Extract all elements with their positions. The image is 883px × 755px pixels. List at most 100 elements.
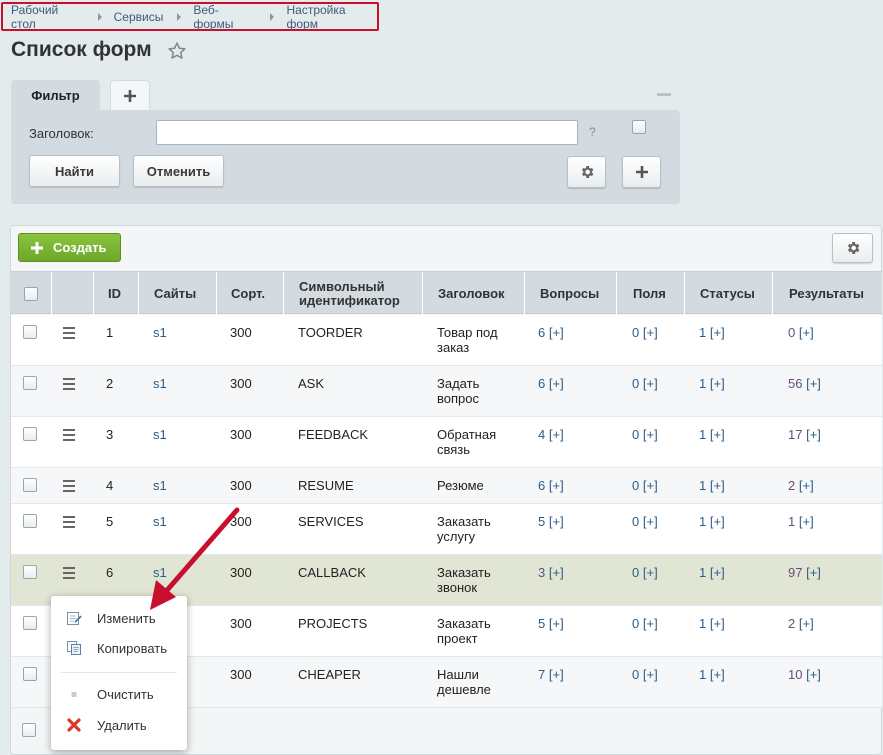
add-question-link[interactable]: [+] <box>549 616 564 631</box>
add-question-link[interactable]: [+] <box>549 667 564 682</box>
row-results-link[interactable]: 2 <box>788 478 795 493</box>
row-questions-link[interactable]: 3 <box>538 565 545 580</box>
add-question-link[interactable]: [+] <box>549 565 564 580</box>
breadcrumb-item-services[interactable]: Сервисы <box>114 10 164 24</box>
column-header-code[interactable]: Символьный идентификатор <box>283 272 422 315</box>
row-results-link[interactable]: 2 <box>788 616 795 631</box>
add-result-link[interactable]: [+] <box>806 667 821 682</box>
row-questions-link[interactable]: 7 <box>538 667 545 682</box>
row-menu-icon[interactable] <box>63 327 75 342</box>
row-fields-link[interactable]: 0 <box>632 565 639 580</box>
row-questions-link[interactable]: 6 <box>538 325 545 340</box>
add-field-link[interactable]: [+] <box>643 565 658 580</box>
row-checkbox[interactable] <box>23 514 37 528</box>
row-statuses-link[interactable]: 1 <box>699 667 706 682</box>
create-button[interactable]: Создать <box>18 233 121 262</box>
breadcrumb-item-form-settings[interactable]: Настройка форм <box>286 3 377 31</box>
row-results-link[interactable]: 0 <box>788 325 795 340</box>
menu-item-delete[interactable]: Удалить <box>51 713 187 737</box>
column-header-fields[interactable]: Поля <box>616 272 684 315</box>
column-header-id[interactable]: ID <box>93 272 138 315</box>
filter-checkbox[interactable] <box>632 120 646 134</box>
add-status-link[interactable]: [+] <box>710 514 725 529</box>
add-field-link[interactable]: [+] <box>643 514 658 529</box>
row-questions-link[interactable]: 6 <box>538 478 545 493</box>
table-row[interactable]: 2 s1 300 ASK Задать вопрос 6 [+] 0 [+] 1… <box>11 366 882 417</box>
row-statuses-link[interactable]: 1 <box>699 565 706 580</box>
row-fields-link[interactable]: 0 <box>632 427 639 442</box>
row-statuses-link[interactable]: 1 <box>699 427 706 442</box>
find-button[interactable]: Найти <box>29 155 120 187</box>
row-checkbox[interactable] <box>23 376 37 390</box>
breadcrumb-item-webforms[interactable]: Веб-формы <box>193 3 256 31</box>
add-field-link[interactable]: [+] <box>643 616 658 631</box>
collapse-filter-icon[interactable] <box>657 93 671 96</box>
table-row[interactable]: 4 s1 300 RESUME Резюме 6 [+] 0 [+] 1 [+]… <box>11 468 882 504</box>
breadcrumb-item-desktop[interactable]: Рабочий стол <box>11 3 84 31</box>
row-fields-link[interactable]: 0 <box>632 514 639 529</box>
add-result-link[interactable]: [+] <box>806 427 821 442</box>
row-menu-icon[interactable] <box>63 429 75 444</box>
help-icon[interactable]: ? <box>589 125 596 139</box>
row-questions-link[interactable]: 4 <box>538 427 545 442</box>
row-results-link[interactable]: 10 <box>788 667 802 682</box>
add-question-link[interactable]: [+] <box>549 514 564 529</box>
column-header-statuses[interactable]: Статусы <box>684 272 772 315</box>
row-statuses-link[interactable]: 1 <box>699 616 706 631</box>
column-header-title[interactable]: Заголовок <box>422 272 524 315</box>
row-statuses-link[interactable]: 1 <box>699 514 706 529</box>
footer-select-all-checkbox[interactable] <box>22 723 36 737</box>
row-statuses-link[interactable]: 1 <box>699 478 706 493</box>
add-question-link[interactable]: [+] <box>549 427 564 442</box>
add-field-link[interactable]: [+] <box>643 325 658 340</box>
row-results-link[interactable]: 17 <box>788 427 802 442</box>
row-menu-icon[interactable] <box>63 516 75 531</box>
column-header-questions[interactable]: Вопросы <box>524 272 616 315</box>
row-questions-link[interactable]: 6 <box>538 376 545 391</box>
add-status-link[interactable]: [+] <box>710 325 725 340</box>
column-header-sites[interactable]: Сайты <box>138 272 216 315</box>
add-result-link[interactable]: [+] <box>806 376 821 391</box>
favorite-star-icon[interactable] <box>167 41 187 61</box>
add-filter-field-button[interactable] <box>622 156 661 188</box>
row-fields-link[interactable]: 0 <box>632 616 639 631</box>
row-menu-icon[interactable] <box>63 378 75 393</box>
add-result-link[interactable]: [+] <box>799 325 814 340</box>
title-filter-input[interactable] <box>156 120 578 145</box>
column-header-results[interactable]: Результаты <box>772 272 882 315</box>
column-header-sort[interactable]: Сорт. <box>216 272 283 315</box>
add-status-link[interactable]: [+] <box>710 667 725 682</box>
add-question-link[interactable]: [+] <box>549 325 564 340</box>
row-site-link[interactable]: s1 <box>153 325 167 340</box>
add-question-link[interactable]: [+] <box>549 376 564 391</box>
row-fields-link[interactable]: 0 <box>632 478 639 493</box>
row-site-link[interactable]: s1 <box>153 427 167 442</box>
row-checkbox[interactable] <box>23 427 37 441</box>
row-checkbox[interactable] <box>23 565 37 579</box>
row-checkbox[interactable] <box>23 478 37 492</box>
add-status-link[interactable]: [+] <box>710 376 725 391</box>
add-question-link[interactable]: [+] <box>549 478 564 493</box>
tab-filter[interactable]: Фильтр <box>11 80 100 112</box>
row-site-link[interactable]: s1 <box>153 376 167 391</box>
add-status-link[interactable]: [+] <box>710 478 725 493</box>
select-all-checkbox[interactable] <box>24 286 38 301</box>
add-result-link[interactable]: [+] <box>799 478 814 493</box>
row-menu-icon[interactable] <box>63 567 75 582</box>
row-checkbox[interactable] <box>23 667 37 681</box>
table-row[interactable]: 3 s1 300 FEEDBACK Обратная связь 4 [+] 0… <box>11 417 882 468</box>
row-statuses-link[interactable]: 1 <box>699 325 706 340</box>
add-result-link[interactable]: [+] <box>806 565 821 580</box>
add-field-link[interactable]: [+] <box>643 478 658 493</box>
cancel-button[interactable]: Отменить <box>133 155 224 187</box>
row-menu-icon[interactable] <box>63 480 75 495</box>
menu-item-clear[interactable]: Очистить <box>51 682 187 706</box>
row-fields-link[interactable]: 0 <box>632 376 639 391</box>
row-questions-link[interactable]: 5 <box>538 514 545 529</box>
row-results-link[interactable]: 56 <box>788 376 802 391</box>
row-checkbox[interactable] <box>23 616 37 630</box>
row-site-link[interactable]: s1 <box>153 478 167 493</box>
add-status-link[interactable]: [+] <box>710 565 725 580</box>
row-results-link[interactable]: 1 <box>788 514 795 529</box>
row-questions-link[interactable]: 5 <box>538 616 545 631</box>
